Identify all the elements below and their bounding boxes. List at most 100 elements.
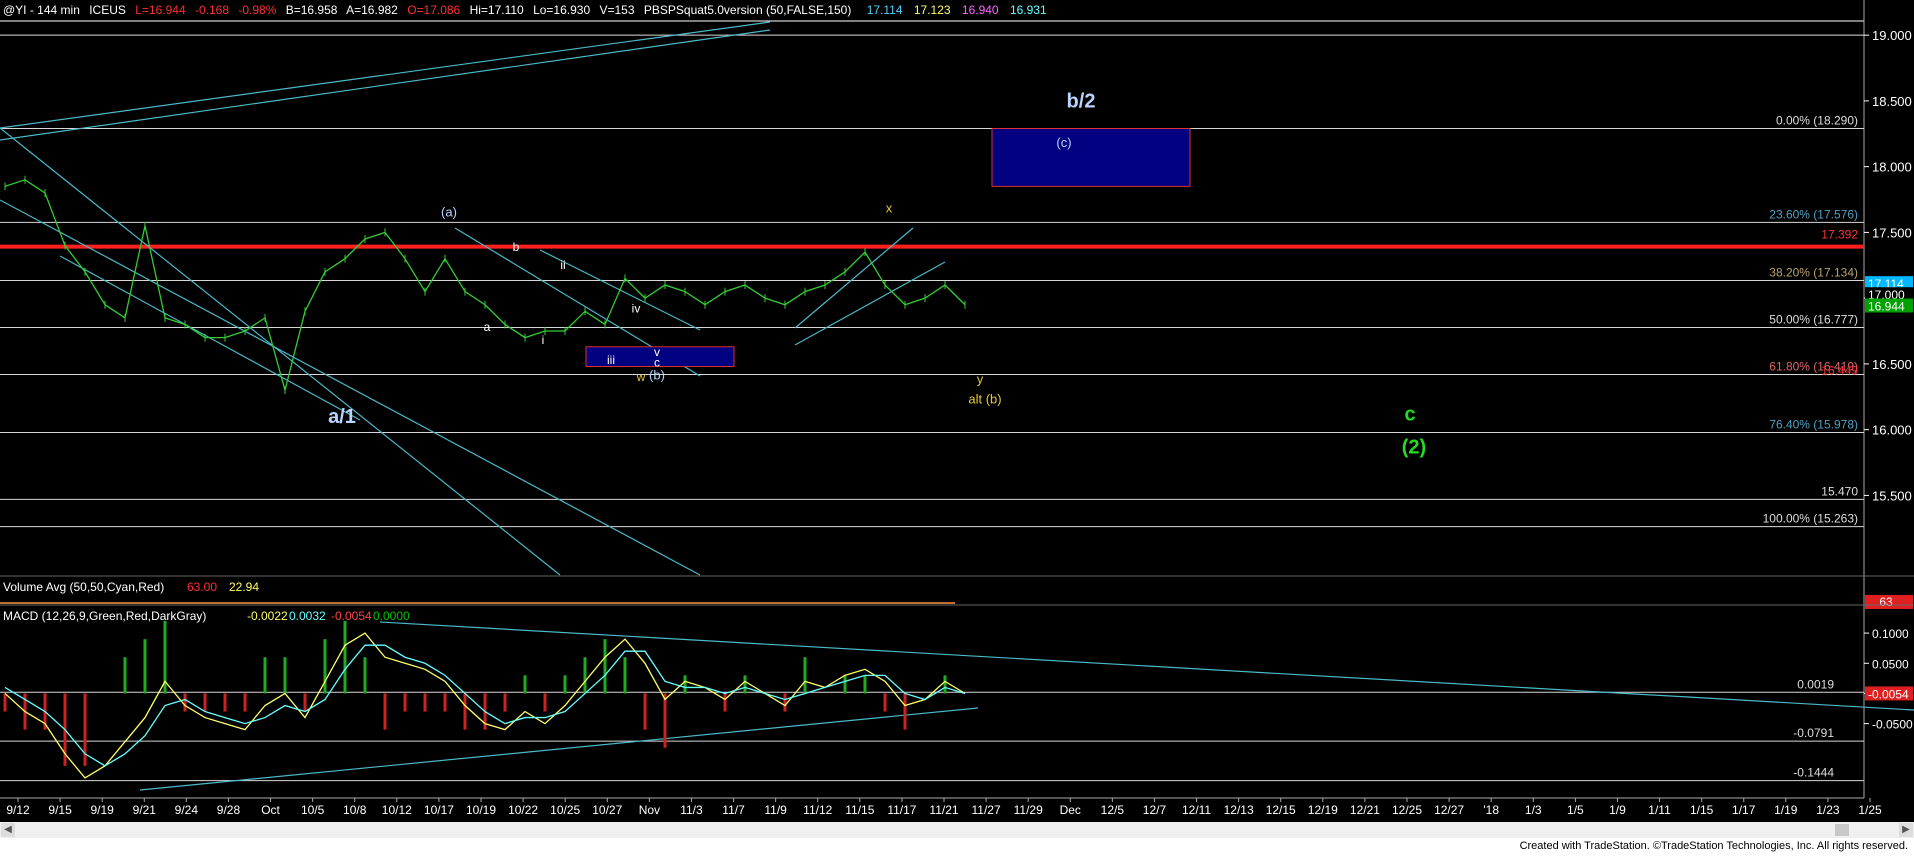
x-tick-label: 11/9: [764, 803, 787, 817]
wave-label-v: v: [654, 345, 660, 359]
resistance-label: 17.392: [1821, 228, 1858, 242]
x-tick-label: 1/23: [1816, 803, 1840, 817]
x-tick-label: 9/24: [175, 803, 199, 817]
macd-badge-label: -0.0054: [1868, 687, 1909, 701]
x-tick-label: 11/3: [680, 803, 703, 817]
x-tick-label: 11/12: [803, 803, 832, 817]
chart-area: @YI - 144 min ICEUS L=16.944 -0.168 -0.9…: [0, 0, 1914, 856]
price-y-tick-label: 18.000: [1872, 160, 1912, 175]
x-tick-label: 10/12: [382, 803, 412, 817]
fib-level-label: 76.40% (15.978): [1769, 418, 1858, 432]
x-tick-label: 10/17: [424, 803, 454, 817]
fib-level-label: 100.00% (15.263): [1763, 512, 1858, 526]
last-price-badge-label: 16.944: [1868, 300, 1905, 314]
volume-value-2: 22.94: [229, 580, 259, 594]
x-tick-label: 11/29: [1014, 803, 1043, 817]
x-tick-label: 12/25: [1392, 803, 1422, 817]
header-low: Lo=16.930: [533, 3, 590, 17]
wave-label-y: y: [977, 372, 984, 387]
macd-pane: MACD (12,26,9,Green,Red,DarkGray) -0.0022…: [0, 604, 1914, 791]
wave-label-c-green: c: [1404, 403, 1415, 425]
macd-y-tick-label: 0.1000: [1872, 627, 1909, 641]
fib-level-label: 50.00% (16.777): [1769, 312, 1858, 326]
x-tick-label: 12/27: [1434, 803, 1464, 817]
x-tick-label: 12/13: [1224, 803, 1254, 817]
wave-label-minor-b: b: [513, 240, 520, 254]
header-last: L=16.944: [135, 3, 186, 17]
price-y-tick-label: 17.500: [1872, 225, 1912, 240]
x-tick-label: 10/19: [466, 803, 496, 817]
header-study-val-1: 17.114: [867, 3, 903, 17]
price-pane: 0.00% (18.290) 23.60% (17.576) 38.20% (17.…: [0, 0, 1913, 798]
macd-level-label: 0.0019: [1797, 677, 1834, 691]
wave-label-a-paren: (a): [441, 205, 457, 220]
x-tick-label: 1/25: [1858, 803, 1882, 817]
macd-level-label: -0.0791: [1793, 726, 1834, 740]
x-tick-label: 10/5: [301, 803, 325, 817]
x-tick-label: 10/27: [592, 803, 622, 817]
header-exchange: ICEUS: [89, 3, 126, 17]
x-tick-label: 10/22: [508, 803, 538, 817]
wave-label-b2: b/2: [1067, 90, 1096, 112]
footer-credit: Created with TradeStation. ©TradeStation…: [1519, 840, 1908, 852]
price-series-line: [4, 179, 966, 393]
x-tick-label: Nov: [639, 803, 660, 817]
x-tick-label: 9/28: [217, 803, 241, 817]
price-y-tick-label: 18.500: [1872, 94, 1912, 109]
header-symbol: @YI - 144 min: [3, 3, 80, 17]
volume-title: Volume Avg (50,50,Cyan,Red): [3, 580, 164, 594]
header-volume: V=153: [599, 3, 634, 17]
x-tick-label: 11/15: [845, 803, 874, 817]
macd-title: MACD (12,26,9,Green,Red,DarkGray): [3, 609, 206, 623]
macd-trend-line-upper: [379, 621, 1914, 711]
x-tick-label: 1/11: [1648, 803, 1671, 817]
volume-badge-label: 63: [1879, 595, 1893, 609]
fib-level-label: 23.60% (17.576): [1769, 207, 1858, 221]
scroll-left-icon[interactable]: ◀: [1, 823, 15, 837]
wave-label-c-paren: (c): [1056, 135, 1071, 150]
target-box-b2: [991, 128, 1191, 187]
header-high: Hi=17.110: [470, 3, 524, 17]
x-tick-label: 12/7: [1143, 803, 1167, 817]
header-study-val-2: 17.123: [914, 3, 951, 17]
scroll-right-icon[interactable]: ▶: [1899, 823, 1913, 837]
scroll-thumb[interactable]: [1835, 824, 1849, 836]
header-study-val-3: 16.940: [962, 3, 999, 17]
x-tick-label: 10/25: [550, 803, 580, 817]
horizontal-scrollbar[interactable]: ◀ ▶: [0, 822, 1914, 838]
fib-level-label: 15.470: [1821, 484, 1858, 498]
x-tick-label: 9/19: [91, 803, 115, 817]
wave-label-a1: a/1: [328, 406, 356, 428]
fib-level-label: 0.00% (18.290): [1776, 114, 1858, 128]
x-tick-label: 12/11: [1182, 803, 1211, 817]
header-line: @YI - 144 min ICEUS L=16.944 -0.168 -0.9…: [3, 3, 1047, 17]
x-tick-label: Oct: [261, 803, 280, 817]
x-tick-label: 1/5: [1567, 803, 1584, 817]
channel-line: [794, 261, 946, 346]
fib-level-label: 38.20% (17.134): [1769, 266, 1858, 280]
wave-label-b-paren: (b): [649, 368, 665, 383]
x-tick-label: 11/7: [722, 803, 745, 817]
x-tick-label: 11/27: [972, 803, 1001, 817]
price-y-tick-label: 19.000: [1872, 28, 1912, 43]
x-tick-label: 9/15: [48, 803, 72, 817]
volume-value-1: 63.00: [187, 580, 217, 594]
wave-label-iv: iv: [632, 302, 641, 316]
x-tick-label: 12/21: [1350, 803, 1380, 817]
x-tick-label: 9/12: [6, 803, 30, 817]
x-tick-label: 1/3: [1525, 803, 1542, 817]
chart-svg: @YI - 144 min ICEUS L=16.944 -0.168 -0.9…: [0, 0, 1914, 817]
x-tick-label: 11/17: [887, 803, 916, 817]
channel-line: [0, 199, 701, 576]
macd-trend-line-lower: [139, 707, 979, 791]
x-tick-label: 1/9: [1609, 803, 1626, 817]
x-tick-label: 10/8: [343, 803, 367, 817]
x-tick-label: 12/5: [1101, 803, 1125, 817]
wave-label-w: w: [636, 370, 646, 384]
macd-y-tick-label: 0.0500: [1872, 657, 1909, 671]
header-open: O=17.086: [407, 3, 460, 17]
wave-label-two-green: (2): [1402, 436, 1426, 458]
x-tick-label: 12/19: [1308, 803, 1338, 817]
x-tick-label: Dec: [1060, 803, 1081, 817]
wave-label-minor-a: a: [484, 320, 491, 334]
